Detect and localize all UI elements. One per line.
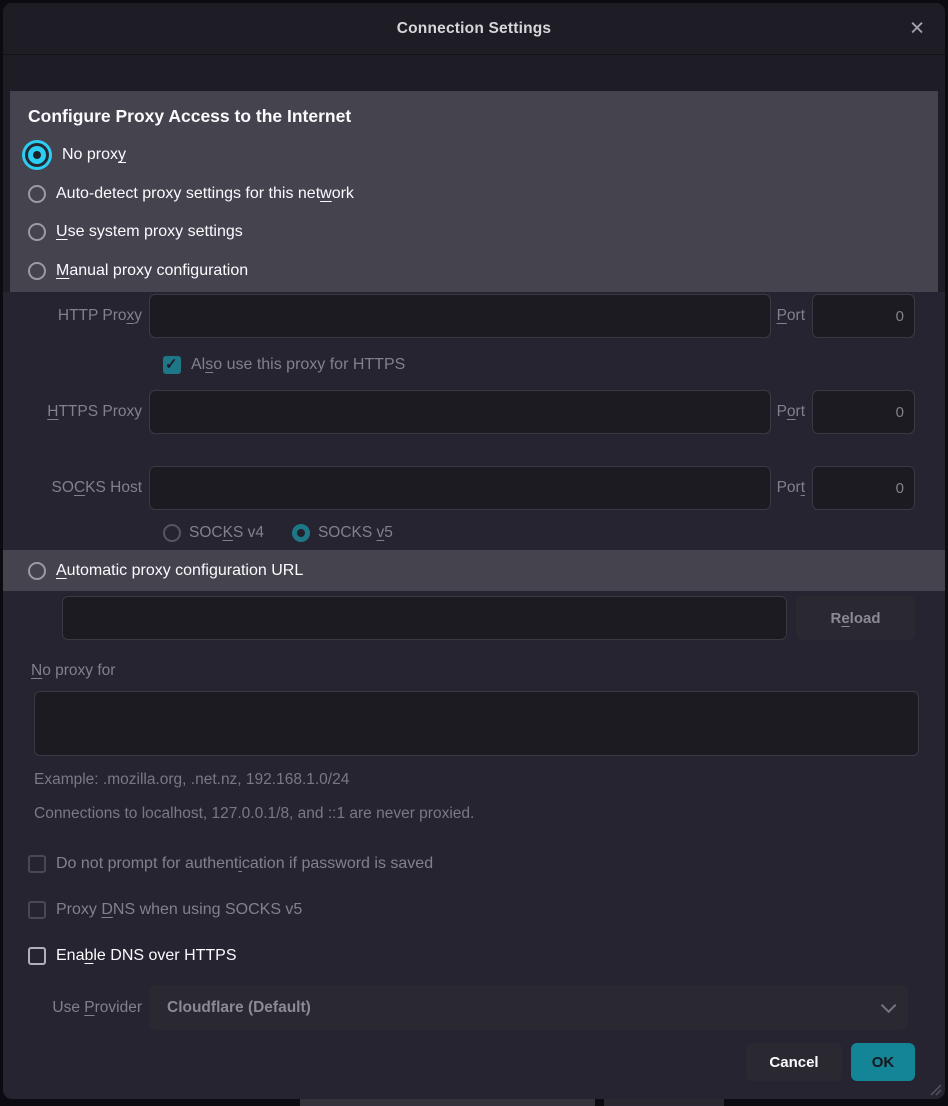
proxy-mode-section: Configure Proxy Access to the Internet N… bbox=[10, 91, 938, 292]
radio-icon-auto-detect[interactable] bbox=[28, 185, 46, 203]
https-proxy-row: HTTPS Proxy Port bbox=[3, 390, 915, 434]
radio-option-no-proxy[interactable]: No proxy bbox=[22, 136, 938, 175]
ok-button[interactable]: OK bbox=[851, 1043, 915, 1081]
dialog-top-zone: Connection Settings ✕ Configure Proxy Ac… bbox=[3, 3, 945, 292]
localhost-note-text: Connections to localhost, 127.0.0.1/8, a… bbox=[34, 803, 945, 825]
reload-button: Reload bbox=[796, 596, 915, 640]
radio-icon-system-proxy[interactable] bbox=[28, 223, 46, 241]
https-port-input bbox=[812, 390, 915, 434]
socks-host-label: SOCKS Host bbox=[3, 479, 142, 497]
radio-icon-no-proxy[interactable] bbox=[28, 146, 46, 164]
radio-label[interactable]: Manual proxy configuration bbox=[56, 262, 248, 280]
dialog-title: Connection Settings bbox=[397, 20, 552, 38]
share-proxy-label: Also use this proxy for HTTPS bbox=[191, 356, 405, 374]
connection-settings-dialog: Connection Settings ✕ Configure Proxy Ac… bbox=[0, 0, 948, 1106]
https-port-label: Port bbox=[777, 403, 805, 421]
socks-port-input bbox=[812, 466, 915, 510]
https-proxy-label: HTTPS Proxy bbox=[3, 403, 142, 421]
http-port-label: Port bbox=[777, 307, 805, 325]
http-proxy-label: HTTP Proxy bbox=[3, 307, 142, 325]
checkbox-row-dns-over-https[interactable]: Enable DNS over HTTPS bbox=[28, 944, 945, 968]
dialog-titlebar: Connection Settings ✕ bbox=[3, 3, 945, 55]
radio-option-system-proxy[interactable]: Use system proxy settings bbox=[28, 213, 938, 252]
checkbox-icon-no-prompt-auth bbox=[28, 855, 46, 873]
radio-label[interactable]: Auto-detect proxy settings for this netw… bbox=[56, 185, 354, 203]
socks-host-row: SOCKS Host Port bbox=[3, 466, 915, 510]
checkbox-row-proxy-dns: Proxy DNS when using SOCKS v5 bbox=[28, 898, 945, 922]
https-proxy-input bbox=[149, 390, 771, 434]
background-page-edge bbox=[300, 1099, 595, 1106]
dialog-footer: Cancel OK bbox=[3, 1043, 915, 1081]
proxy-dns-label: Proxy DNS when using SOCKS v5 bbox=[56, 901, 302, 919]
checkbox-icon-dns-over-https[interactable] bbox=[28, 947, 46, 965]
cancel-button[interactable]: Cancel bbox=[746, 1043, 842, 1081]
dialog-window: Connection Settings ✕ Configure Proxy Ac… bbox=[3, 3, 945, 1099]
no-proxy-for-textarea bbox=[34, 691, 919, 756]
background-page-edge bbox=[604, 1099, 724, 1106]
radio-option-autoconfig-url[interactable]: Automatic proxy configuration URL bbox=[3, 550, 945, 591]
radio-icon-manual-proxy[interactable] bbox=[28, 262, 46, 280]
no-prompt-auth-label: Do not prompt for authentication if pass… bbox=[56, 855, 433, 873]
http-port-input bbox=[812, 294, 915, 338]
radio-option-manual-proxy[interactable]: Manual proxy configuration bbox=[28, 252, 938, 291]
radio-option-socks-v5: SOCKS v5 bbox=[292, 524, 393, 542]
no-proxy-for-label: No proxy for bbox=[31, 661, 945, 681]
socks-v4-label: SOCKS v4 bbox=[189, 524, 264, 542]
close-icon[interactable]: ✕ bbox=[905, 15, 929, 42]
section-heading: Configure Proxy Access to the Internet bbox=[28, 103, 938, 129]
share-proxy-checkbox-row: Also use this proxy for HTTPS bbox=[163, 353, 945, 377]
checkbox-icon-share-proxy bbox=[163, 356, 181, 374]
autoconfig-url-input bbox=[62, 596, 787, 640]
autoconfig-url-row: Reload bbox=[62, 596, 915, 640]
provider-row: Use Provider Cloudflare (Default) bbox=[3, 985, 908, 1030]
dns-over-https-label[interactable]: Enable DNS over HTTPS bbox=[56, 947, 237, 965]
no-proxy-example-text: Example: .mozilla.org, .net.nz, 192.168.… bbox=[34, 769, 945, 791]
resize-grip-icon[interactable] bbox=[927, 1081, 943, 1097]
http-proxy-input bbox=[149, 294, 771, 338]
http-proxy-row: HTTP Proxy Port bbox=[3, 294, 915, 338]
radio-label[interactable]: Use system proxy settings bbox=[56, 223, 243, 241]
socks-version-row: SOCKS v4 SOCKS v5 bbox=[163, 521, 945, 545]
chevron-down-icon bbox=[881, 998, 897, 1014]
socks-v5-label: SOCKS v5 bbox=[318, 524, 393, 542]
socks-port-label: Port bbox=[777, 479, 805, 497]
checkbox-icon-proxy-dns bbox=[28, 901, 46, 919]
autoconfig-label[interactable]: Automatic proxy configuration URL bbox=[56, 562, 303, 580]
radio-icon-socks-v5 bbox=[292, 524, 310, 542]
titlebar-spacer bbox=[3, 55, 945, 91]
radio-icon-socks-v4 bbox=[163, 524, 181, 542]
radio-option-socks-v4: SOCKS v4 bbox=[163, 524, 264, 542]
provider-dropdown: Cloudflare (Default) bbox=[149, 985, 908, 1030]
checkbox-row-no-prompt-auth: Do not prompt for authentication if pass… bbox=[28, 852, 945, 876]
radio-option-auto-detect[interactable]: Auto-detect proxy settings for this netw… bbox=[28, 175, 938, 214]
radio-icon-autoconfig[interactable] bbox=[28, 562, 46, 580]
radio-label[interactable]: No proxy bbox=[62, 146, 126, 164]
use-provider-label: Use Provider bbox=[3, 999, 142, 1017]
provider-selected-value: Cloudflare (Default) bbox=[167, 999, 881, 1017]
socks-host-input bbox=[149, 466, 771, 510]
